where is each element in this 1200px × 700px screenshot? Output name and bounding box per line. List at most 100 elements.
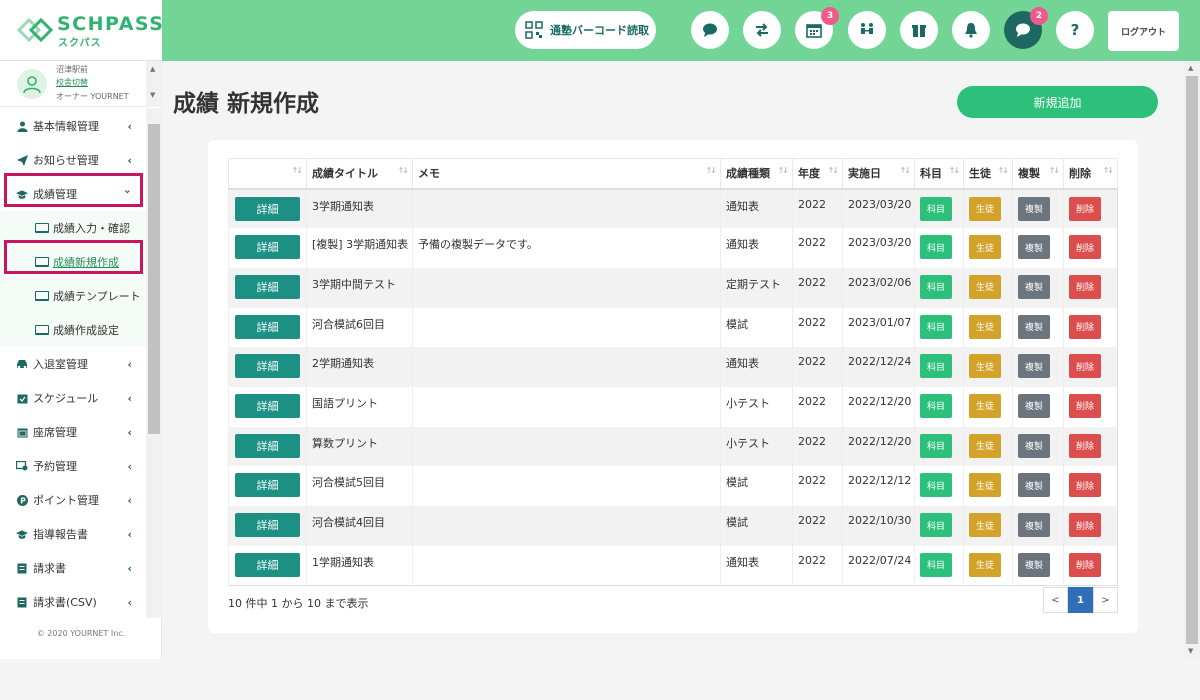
detail-button[interactable]: 詳細 <box>235 314 300 339</box>
copy-button[interactable]: 複製 <box>1018 196 1050 221</box>
column-header-4[interactable]: 年度 ↑↓ <box>792 158 843 190</box>
student-button[interactable]: 生徒 <box>969 354 1001 379</box>
detail-button[interactable]: 詳細 <box>235 354 300 379</box>
sidebar-subitem-0[interactable]: 成績入力・確認 <box>0 211 146 245</box>
subject-button[interactable]: 科目 <box>920 513 952 537</box>
column-header-0[interactable]: ↑↓ <box>228 158 307 190</box>
main-scrollbar[interactable]: ▲ ▼ <box>1184 61 1200 659</box>
column-header-3[interactable]: 成績種類 ↑↓ <box>720 158 793 190</box>
column-header-9[interactable]: 削除 ↑↓ <box>1063 158 1118 190</box>
subject-button[interactable]: 科目 <box>920 196 952 221</box>
student-button[interactable]: 生徒 <box>969 433 1001 458</box>
subject-button[interactable]: 科目 <box>920 433 952 458</box>
delete-button[interactable]: 削除 <box>1069 314 1101 339</box>
gift-button[interactable] <box>900 11 938 49</box>
sidebar-item-8[interactable]: 指導報告書 ‹ <box>0 517 146 551</box>
detail-button[interactable]: 詳細 <box>235 393 300 418</box>
delete-button[interactable]: 削除 <box>1069 354 1101 379</box>
sidebar-item-5[interactable]: 座席管理 ‹ <box>0 415 146 449</box>
student-button[interactable]: 生徒 <box>969 314 1001 339</box>
copy-button[interactable]: 複製 <box>1018 433 1050 458</box>
barcode-read-button[interactable]: 通塾バーコード読取 <box>515 11 656 49</box>
copy-button[interactable]: 複製 <box>1018 274 1050 299</box>
subject-button[interactable]: 科目 <box>920 393 952 418</box>
column-header-5[interactable]: 実施日 ↑↓ <box>842 158 915 190</box>
logo[interactable]: SCHPASS スクパス <box>0 0 163 61</box>
delete-button[interactable]: 削除 <box>1069 513 1101 537</box>
column-header-7[interactable]: 生徒 ↑↓ <box>963 158 1013 190</box>
sidebar-scroll-thumb[interactable] <box>148 124 160 434</box>
delete-button[interactable]: 削除 <box>1069 196 1101 221</box>
detail-button[interactable]: 詳細 <box>235 513 300 537</box>
detail-button[interactable]: 詳細 <box>235 235 300 260</box>
column-header-2[interactable]: メモ ↑↓ <box>412 158 721 190</box>
copy-button[interactable]: 複製 <box>1018 354 1050 379</box>
sidebar-subitem-1[interactable]: 成績新規作成 <box>0 245 146 279</box>
sidebar-item-3[interactable]: 入退室管理 ‹ <box>0 347 146 381</box>
subject-button[interactable]: 科目 <box>920 354 952 379</box>
column-header-1[interactable]: 成績タイトル ↑↓ <box>306 158 413 190</box>
column-header-label: 生徒 <box>969 167 991 181</box>
cell-memo <box>412 347 721 387</box>
chat-button[interactable]: 2 <box>1004 7 1048 49</box>
add-new-button[interactable]: 新規追加 <box>957 86 1158 118</box>
pager-current[interactable]: 1 <box>1068 587 1093 613</box>
delete-button[interactable]: 削除 <box>1069 235 1101 260</box>
sidebar-item-9[interactable]: 請求書 ‹ <box>0 551 146 585</box>
student-button[interactable]: 生徒 <box>969 274 1001 299</box>
detail-button[interactable]: 詳細 <box>235 552 300 577</box>
message-button[interactable] <box>691 11 729 49</box>
sidebar-item-2[interactable]: 成績管理 ⌄ <box>0 177 146 211</box>
sidebar-scrollbar[interactable] <box>146 108 162 618</box>
detail-button[interactable]: 詳細 <box>235 433 300 458</box>
detail-button[interactable]: 詳細 <box>235 196 300 221</box>
sidebar-item-1[interactable]: お知らせ管理 ‹ <box>0 143 146 177</box>
delete-button[interactable]: 削除 <box>1069 473 1101 498</box>
sidebar-item-0[interactable]: 基本情報管理 ‹ <box>0 109 146 143</box>
calendar-button[interactable]: 3 <box>795 7 839 49</box>
sidebar-item-7[interactable]: P ポイント管理 ‹ <box>0 483 146 517</box>
subject-button[interactable]: 科目 <box>920 235 952 260</box>
switch-school-link[interactable]: 校舎切替 <box>56 77 88 88</box>
pager-prev[interactable]: < <box>1043 587 1068 613</box>
user-panel-scrollbar[interactable]: ▲ ▼ <box>146 61 162 107</box>
column-header-8[interactable]: 複製 ↑↓ <box>1012 158 1064 190</box>
copy-button[interactable]: 複製 <box>1018 552 1050 577</box>
detail-button[interactable]: 詳細 <box>235 274 300 299</box>
student-button[interactable]: 生徒 <box>969 473 1001 498</box>
delete-button[interactable]: 削除 <box>1069 274 1101 299</box>
copy-button[interactable]: 複製 <box>1018 393 1050 418</box>
copy-button[interactable]: 複製 <box>1018 473 1050 498</box>
student-button[interactable]: 生徒 <box>969 513 1001 537</box>
subject-button[interactable]: 科目 <box>920 552 952 577</box>
sidebar-item-10[interactable]: 請求書(CSV) ‹ <box>0 585 146 619</box>
logout-button[interactable]: ログアウト <box>1108 11 1179 51</box>
column-header-6[interactable]: 科目 ↑↓ <box>914 158 964 190</box>
sidebar-subitem-3[interactable]: 成績作成設定 <box>0 313 146 347</box>
notification-button[interactable] <box>952 11 990 49</box>
sidebar-subitem-2[interactable]: 成績テンプレート <box>0 279 146 313</box>
student-button[interactable]: 生徒 <box>969 552 1001 577</box>
copy-button[interactable]: 複製 <box>1018 513 1050 537</box>
exchange-button[interactable] <box>743 11 781 49</box>
delete-button[interactable]: 削除 <box>1069 552 1101 577</box>
subject-button[interactable]: 科目 <box>920 314 952 339</box>
help-button[interactable]: ? <box>1056 11 1094 49</box>
pager-next[interactable]: > <box>1093 587 1118 613</box>
copy-button[interactable]: 複製 <box>1018 314 1050 339</box>
copy-button[interactable]: 複製 <box>1018 235 1050 260</box>
cell-year: 2022 <box>792 307 843 348</box>
delete-button[interactable]: 削除 <box>1069 433 1101 458</box>
student-button[interactable]: 生徒 <box>969 235 1001 260</box>
delete-button[interactable]: 削除 <box>1069 393 1101 418</box>
main-scroll-thumb[interactable] <box>1186 76 1198 644</box>
meeting-button[interactable] <box>848 11 886 49</box>
sidebar-item-6[interactable]: 予約管理 ‹ <box>0 449 146 483</box>
subject-button[interactable]: 科目 <box>920 274 952 299</box>
detail-button[interactable]: 詳細 <box>235 473 300 498</box>
student-button[interactable]: 生徒 <box>969 393 1001 418</box>
chevron-left-icon: ‹ <box>127 561 132 575</box>
sidebar-item-4[interactable]: スケジュール ‹ <box>0 381 146 415</box>
subject-button[interactable]: 科目 <box>920 473 952 498</box>
student-button[interactable]: 生徒 <box>969 196 1001 221</box>
